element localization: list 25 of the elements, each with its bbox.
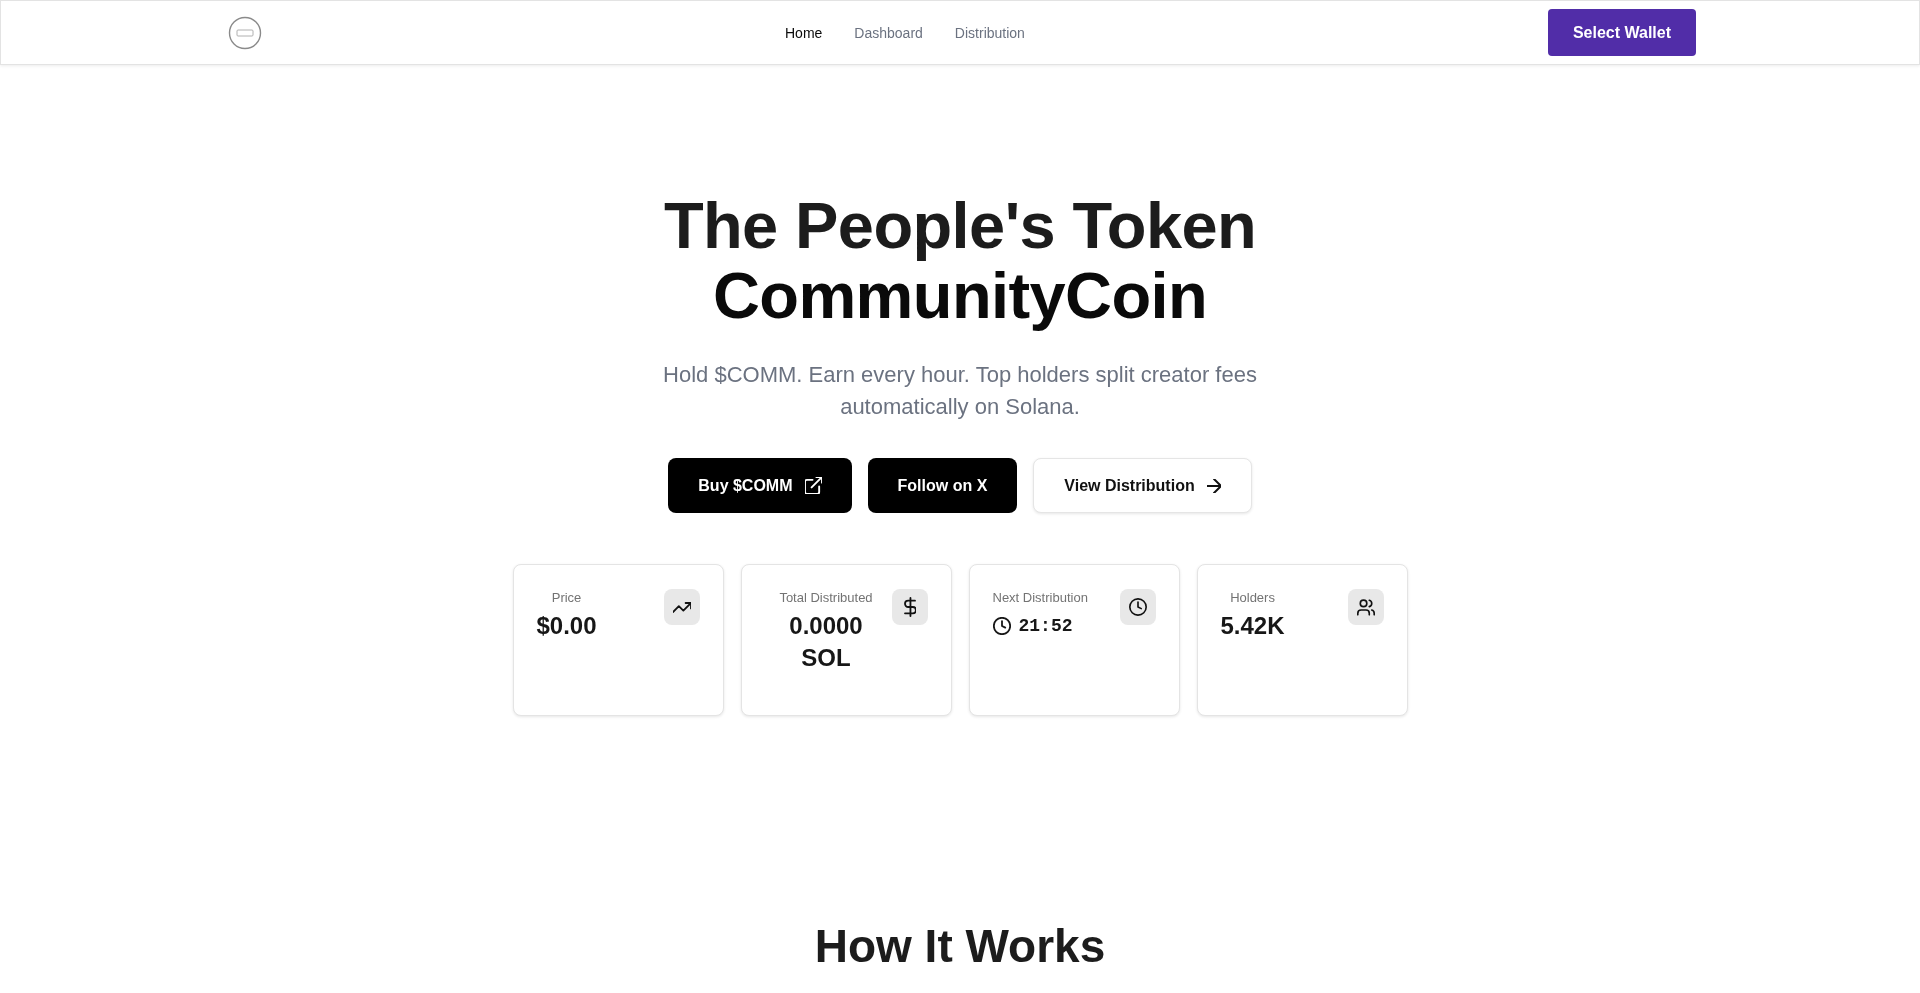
- hero-title: The People's Token CommunityCoin: [663, 191, 1257, 331]
- logo-icon[interactable]: [228, 15, 262, 50]
- action-button[interactable]: View Distribution: [1033, 458, 1252, 513]
- stat-label: Total Distributed: [778, 589, 874, 607]
- nav-link[interactable]: Home: [785, 22, 823, 43]
- action-button[interactable]: Buy $COMM: [668, 458, 852, 513]
- hero-subtitle: Hold $COMM. Earn every hour. Top holders split creator fees automatically on Solana.: [662, 361, 1258, 421]
- dollar-icon: [891, 589, 928, 625]
- select-wallet-button[interactable]: Select Wallet: [1547, 9, 1696, 56]
- clock-icon: [992, 617, 1011, 635]
- stat-value: 21:52: [1018, 615, 1073, 638]
- nav-link[interactable]: Dashboard: [854, 22, 923, 43]
- stat-label: Price: [550, 589, 583, 607]
- external-link-icon: [804, 477, 822, 494]
- stat-label: Next Distribution: [992, 589, 1088, 607]
- clock-icon: [1119, 589, 1156, 625]
- stat-label: Holders: [1229, 589, 1276, 607]
- action-button[interactable]: Follow on X: [867, 458, 1018, 513]
- users-icon: [1347, 589, 1384, 625]
- stat-value: 5.42K: [1220, 611, 1285, 641]
- arrow-right-icon: [1206, 478, 1221, 493]
- nav-link[interactable]: Distribution: [954, 22, 1025, 43]
- section-heading: How It Works: [814, 919, 1106, 974]
- stat-value: 0.0000 SOL: [788, 611, 864, 673]
- stat-value: $0.00: [536, 611, 597, 641]
